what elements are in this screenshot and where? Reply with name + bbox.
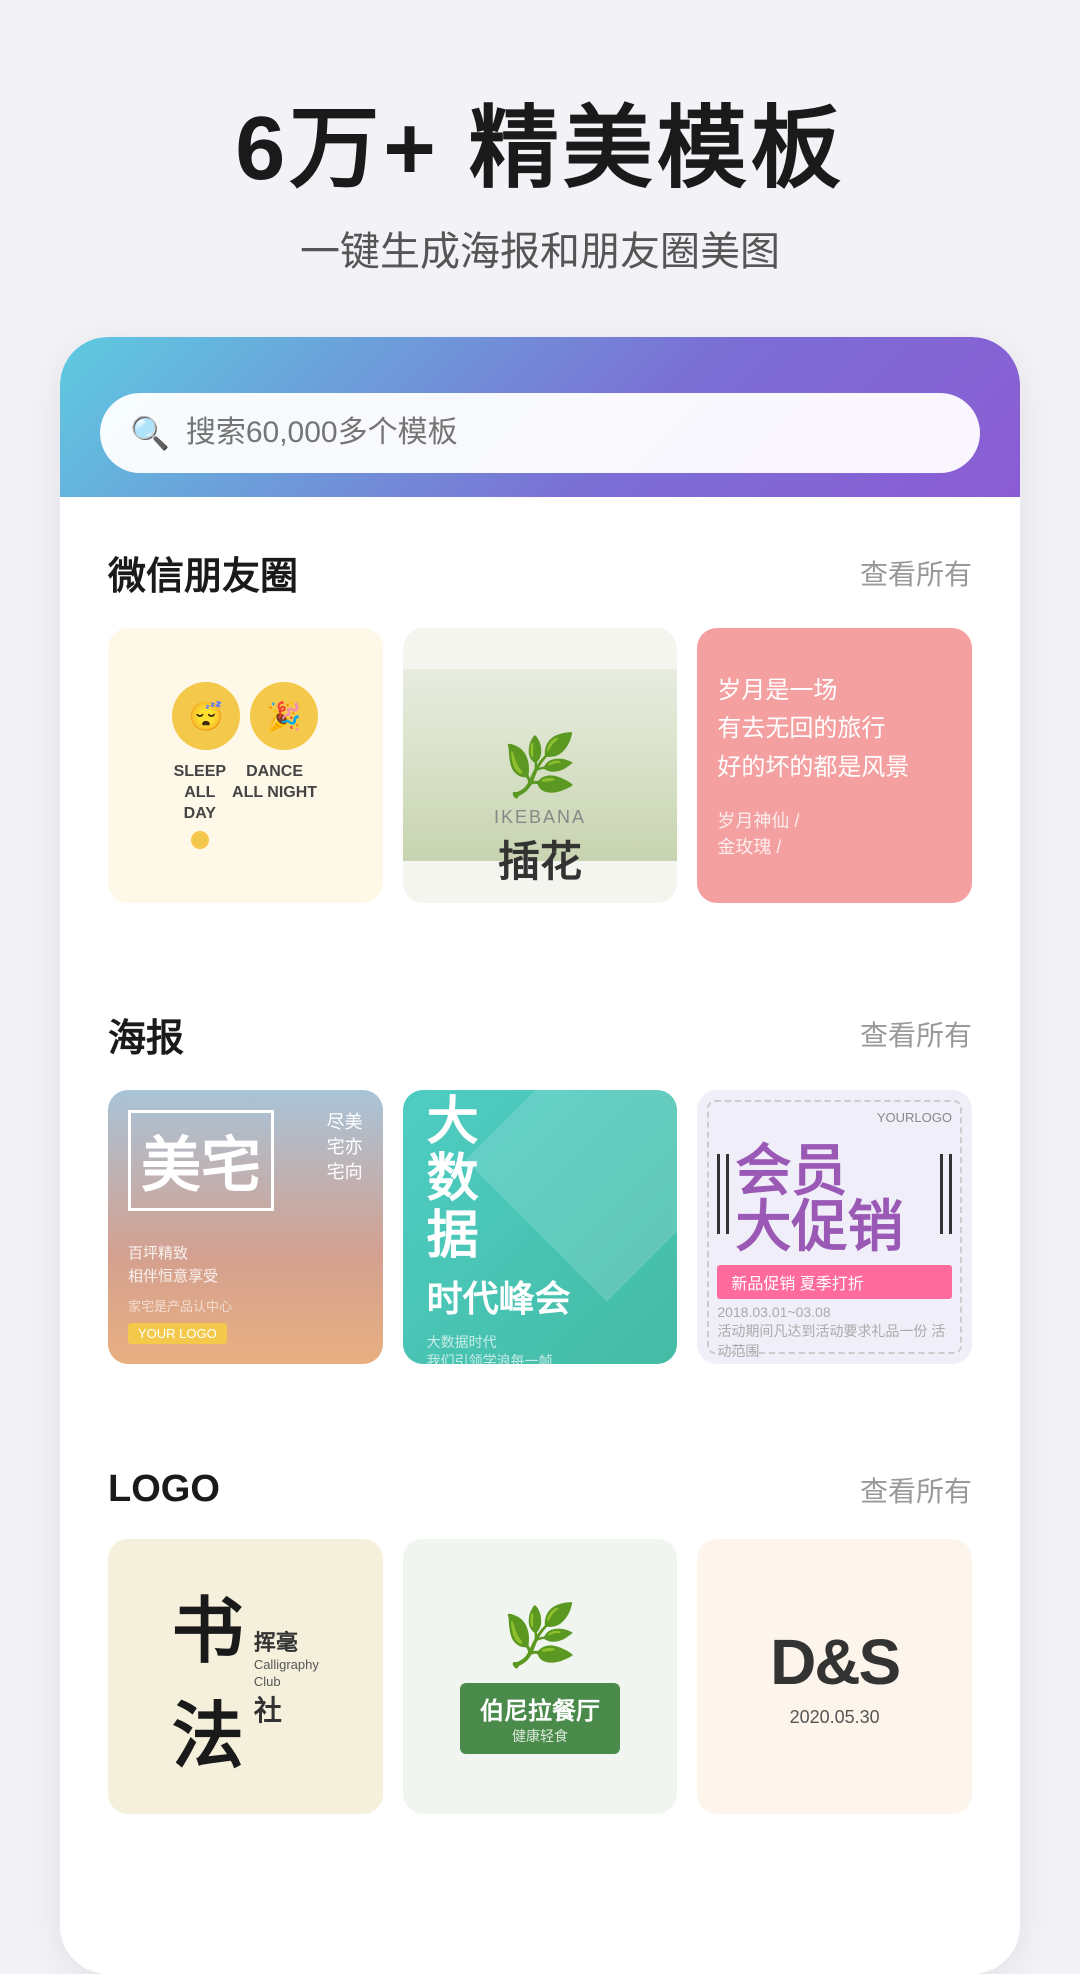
- poster3-sub: 新品促销 夏季打折: [717, 1265, 952, 1299]
- wc-dot: [191, 831, 209, 849]
- wc3-sub: 岁月神仙 / 金玫瑰 /: [717, 807, 952, 859]
- search-icon: 🔍: [130, 414, 170, 452]
- poster-see-all[interactable]: 查看所有: [860, 1014, 972, 1054]
- poster-section-title: 海报: [108, 1007, 184, 1062]
- wechat-section: 微信朋友圈 查看所有 😴 🎉 SLEEP ALL DAY: [60, 497, 1020, 903]
- poster-template-grid: 美宅 尽美宅亦宅向 百坪精致相伴恒意享受 家宅是产品认中心 YOUR LOGO …: [108, 1090, 972, 1365]
- plant-icon: 🌿: [503, 730, 578, 801]
- hero-subtitle: 一键生成海报和朋友圈美图: [235, 219, 845, 277]
- logo-template-3[interactable]: D&S 2020.05.30: [697, 1539, 972, 1814]
- logo3-date: 2020.05.30: [790, 1707, 880, 1728]
- poster-template-1[interactable]: 美宅 尽美宅亦宅向 百坪精致相伴恒意享受 家宅是产品认中心 YOUR LOGO: [108, 1090, 383, 1365]
- ikebana-en: IKEBANA: [417, 807, 664, 828]
- bottom-space: [60, 1814, 1020, 1914]
- logo-template-1[interactable]: 书 法 挥毫 Calligraphy Club 社: [108, 1539, 383, 1814]
- poster-template-2[interactable]: YOUR LOGO 引领科技潮流 大数据时代峰会 大数据时代我们引领学浪每一帧 …: [403, 1090, 678, 1365]
- logo-section-title: LOGO: [108, 1468, 220, 1511]
- wc-col-2: DANCE ALL NIGHT: [232, 762, 317, 848]
- poster2-desc: 大数据时代我们引领学浪每一帧: [427, 1333, 553, 1365]
- calligraphy-en2: Club: [254, 1674, 319, 1689]
- poster3-main: 会员 大促销: [735, 1143, 903, 1255]
- app-card: 🔍 微信朋友圈 查看所有 😴 🎉 SLEEP ALL DAY: [60, 337, 1020, 1974]
- calligraphy-en1: Calligraphy: [254, 1657, 319, 1674]
- cartoon-face-2: 🎉: [250, 682, 318, 750]
- poster1-title: 美宅: [128, 1110, 274, 1211]
- poster3-badge: YOURLOGO: [717, 1110, 952, 1125]
- hero-section: 6万+ 精美模板 一键生成海报和朋友圈美图: [175, 0, 905, 337]
- search-input[interactable]: [186, 416, 950, 450]
- poster-section: 海报 查看所有 美宅 尽美宅亦宅向 百坪精致相伴恒意享受 家宅是产品认中心 YO…: [60, 959, 1020, 1365]
- wechat-template-1[interactable]: 😴 🎉 SLEEP ALL DAY DANCE ALL NIGHT: [108, 628, 383, 903]
- cartoon-face-1: 😴: [172, 682, 240, 750]
- ikebana-zh: 插花: [417, 828, 664, 889]
- poster-template-3[interactable]: YOURLOGO 会员 大促销 新品促销 夏季打折 2018.03.01~03.…: [697, 1090, 972, 1365]
- wechat-template-2[interactable]: 🌿 IKEBANA 插花: [403, 628, 678, 903]
- hero-title: 6万+ 精美模板: [235, 100, 845, 199]
- wechat-template-3[interactable]: 岁月是一场 有去无回的旅行 好的坏的都是风景 岁月神仙 / 金玫瑰 /: [697, 628, 972, 903]
- wechat-section-title: 微信朋友圈: [108, 545, 298, 600]
- poster3-desc: 2018.03.01~03.08 活动期间凡达到活动要求礼品一份 活动范围: [717, 1303, 952, 1362]
- logo-see-all[interactable]: 查看所有: [860, 1470, 972, 1510]
- wechat-section-header: 微信朋友圈 查看所有: [108, 545, 972, 600]
- search-bar[interactable]: 🔍: [100, 393, 980, 473]
- wc3-poetry: 岁月是一场 有去无回的旅行 好的坏的都是风景: [717, 672, 952, 787]
- calligraphy-brush: 挥毫: [254, 1625, 319, 1657]
- wechat-template-grid: 😴 🎉 SLEEP ALL DAY DANCE ALL NIGHT: [108, 628, 972, 903]
- leaf-icon: 🌿: [503, 1600, 578, 1671]
- cartoon-group: 😴 🎉: [172, 682, 318, 750]
- poster-section-header: 海报 查看所有: [108, 1007, 972, 1062]
- wc-text-block: SLEEP ALL DAY DANCE ALL NIGHT: [174, 762, 318, 848]
- wechat-see-all[interactable]: 查看所有: [860, 553, 972, 593]
- logo2-brand-box: 伯尼拉餐厅 健康轻食: [460, 1683, 620, 1754]
- logo-section-header: LOGO 查看所有: [108, 1468, 972, 1511]
- logo2-sub: 健康轻食: [512, 1726, 568, 1746]
- card-header: 🔍: [60, 337, 1020, 497]
- wc-col-1: SLEEP ALL DAY: [174, 762, 226, 848]
- logo-template-2[interactable]: 🌿 伯尼拉餐厅 健康轻食: [403, 1539, 678, 1814]
- calligraphy-she: 社: [254, 1689, 319, 1729]
- logo-template-grid: 书 法 挥毫 Calligraphy Club 社 🌿 伯尼拉餐厅 健康轻食: [108, 1539, 972, 1814]
- calligraphy-zh2: 法: [172, 1677, 244, 1782]
- logo2-name: 伯尼拉餐厅: [480, 1691, 600, 1726]
- ikebana-label: IKEBANA 插花: [403, 793, 678, 903]
- poster1-sub: 尽美宅亦宅向: [327, 1110, 363, 1186]
- calligraphy-zh1: 书: [172, 1572, 244, 1677]
- logo-section: LOGO 查看所有 书 法 挥毫 Calligraphy Club 社: [60, 1420, 1020, 1814]
- poster1-bottom: 百坪精致相伴恒意享受 家宅是产品认中心 YOUR LOGO: [128, 1243, 363, 1344]
- calligraphy-wrap: 书 法 挥毫 Calligraphy Club 社: [172, 1572, 319, 1782]
- logo3-main: D&S: [770, 1625, 899, 1699]
- calligraphy-right: 挥毫 Calligraphy Club 社: [254, 1625, 319, 1729]
